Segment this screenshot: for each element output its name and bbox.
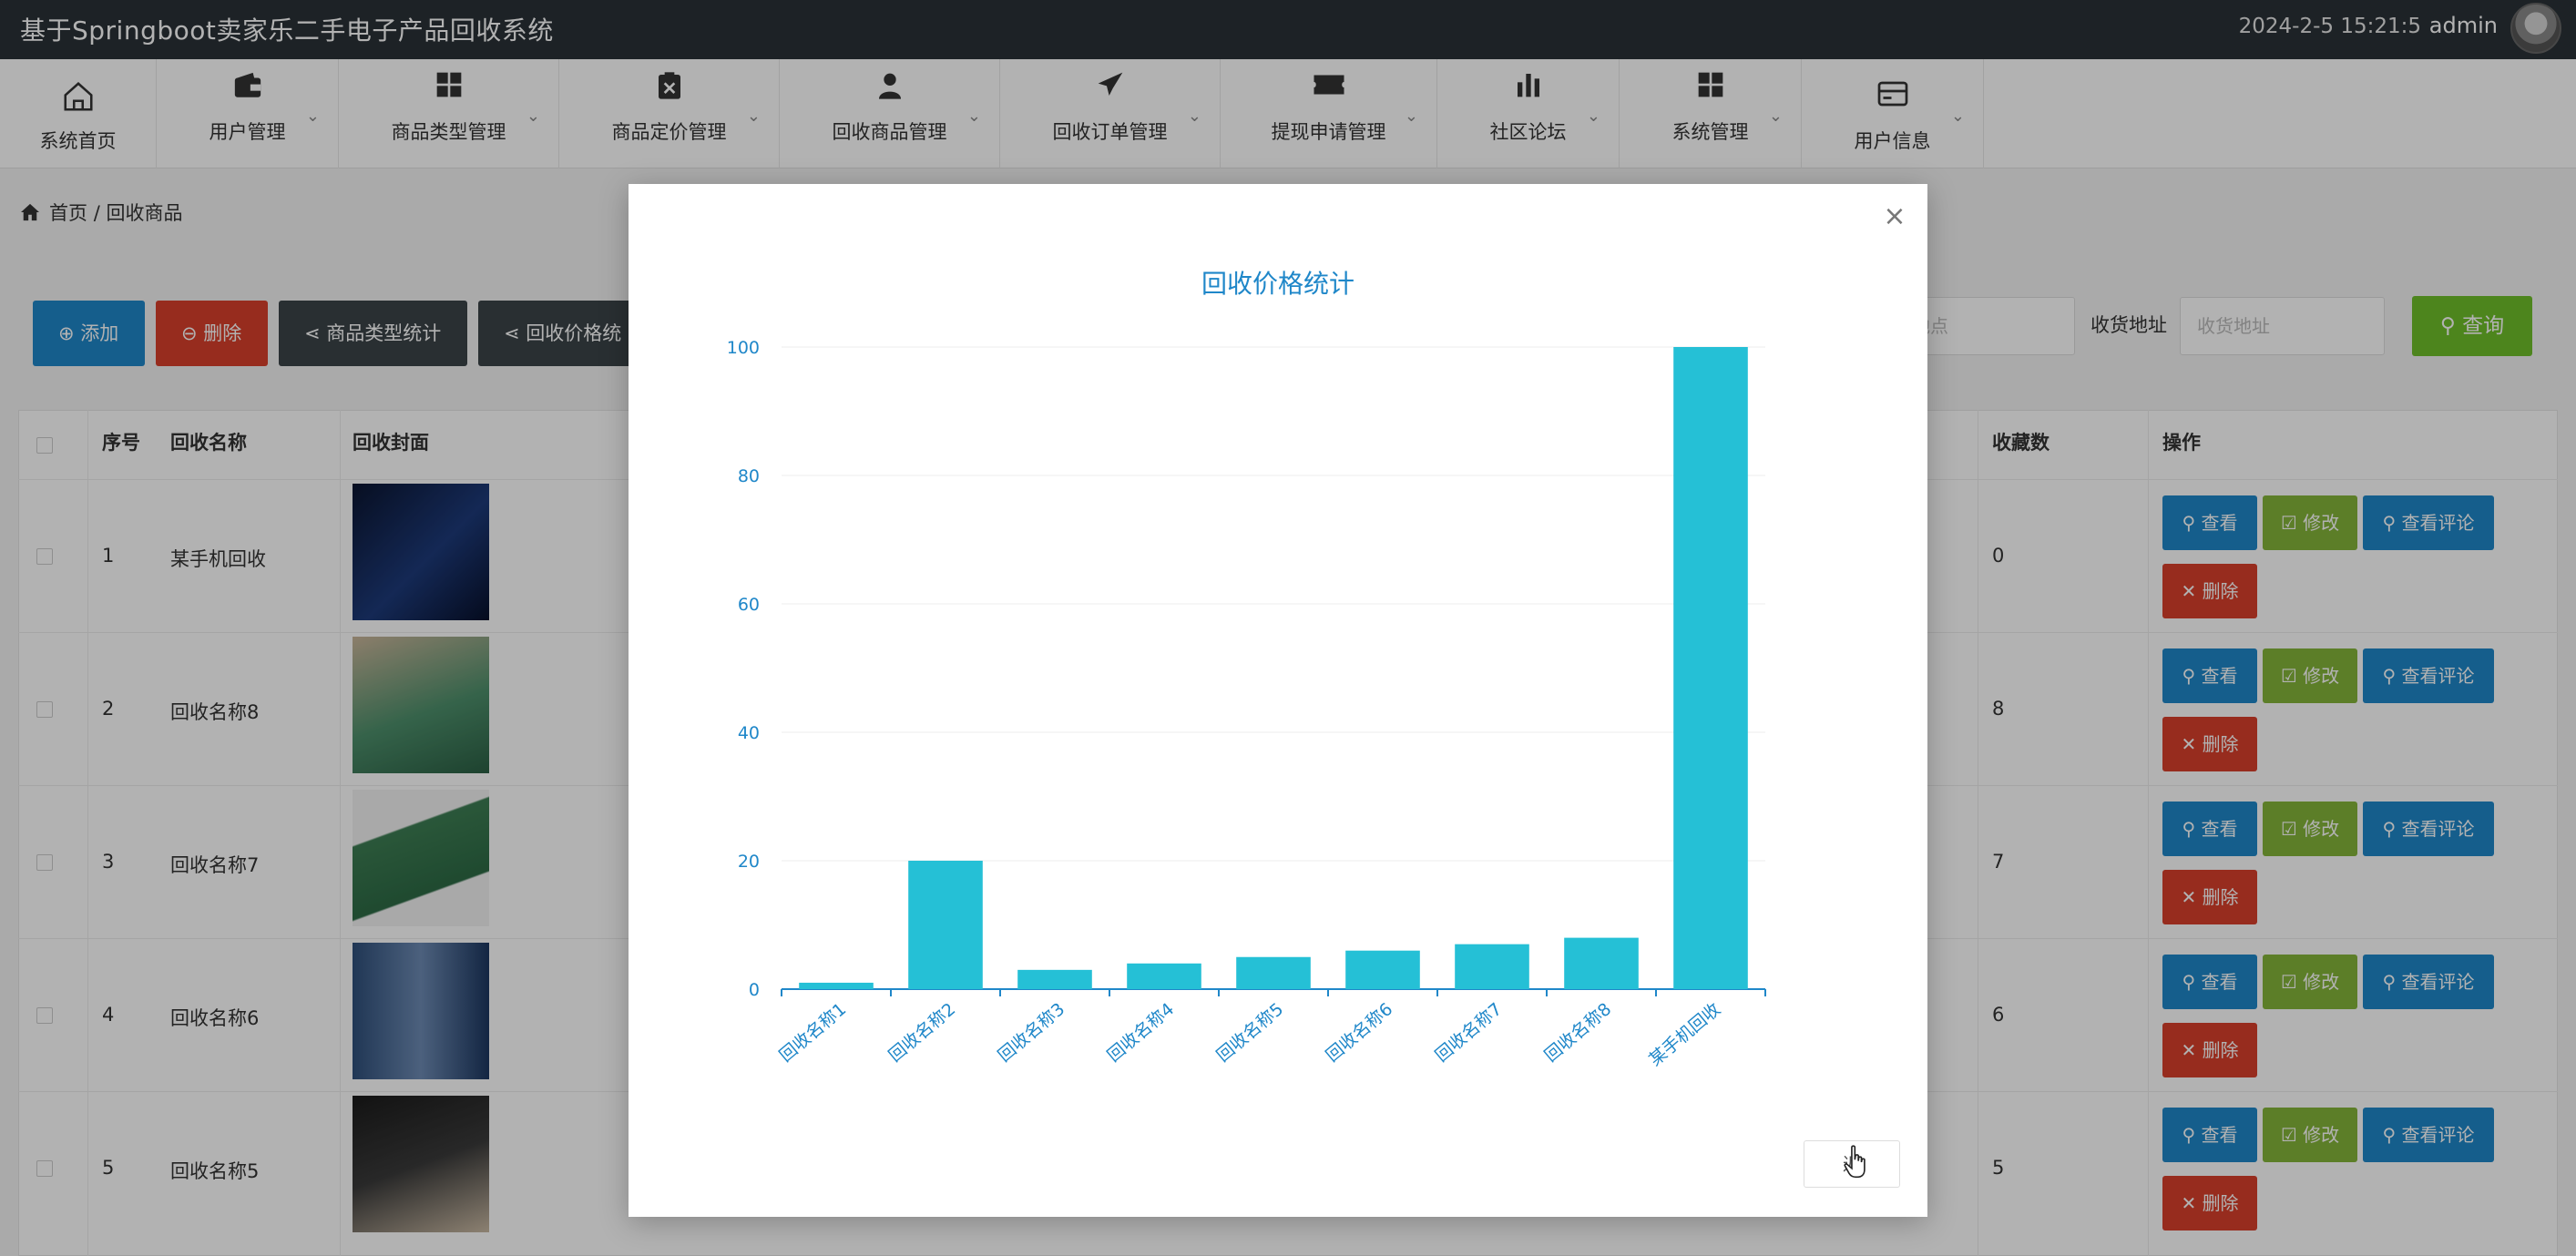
y-tick-label: 100 [727, 338, 760, 358]
x-tick-label: 某手机回收 [1645, 999, 1724, 1070]
x-tick-label: 回收名称1 [776, 999, 851, 1066]
bar [1455, 944, 1529, 989]
bar [1564, 937, 1639, 989]
y-tick-label: 0 [749, 980, 760, 1000]
hand-cursor-icon [1844, 1145, 1866, 1179]
chart-title: 回收价格统计 [1201, 269, 1354, 299]
y-tick-label: 60 [738, 595, 760, 615]
bar [799, 982, 874, 989]
y-tick-label: 80 [738, 466, 760, 486]
bar [1127, 963, 1201, 989]
chart-modal: × 回收价格统计 0 20 40 60 80 100 回收名称1 回收名称2 回收名称3 回收名称… [629, 184, 1927, 1217]
x-tick-label: 回收名称4 [1104, 999, 1179, 1066]
x-tick-label: 回收名称3 [995, 999, 1069, 1066]
bar [908, 861, 983, 989]
bar-chart: 0 20 40 60 80 100 回收名称1 回收名称2 回收名称3 回收名称4 回收名称5 回收名… [727, 338, 1766, 1070]
bar [1345, 950, 1420, 989]
x-tick-label: 回收名称2 [885, 999, 960, 1066]
x-tick-label: 回收名称7 [1432, 999, 1507, 1066]
close-icon[interactable]: × [1882, 203, 1907, 230]
y-tick-label: 40 [738, 723, 760, 743]
x-tick-label: 回收名称5 [1213, 999, 1288, 1066]
y-tick-label: 20 [738, 852, 760, 872]
x-tick-label: 回收名称6 [1323, 999, 1397, 1066]
bar [1017, 969, 1092, 989]
x-tick-label: 回收名称8 [1541, 999, 1616, 1066]
bar [1673, 347, 1748, 989]
bar [1236, 956, 1311, 989]
